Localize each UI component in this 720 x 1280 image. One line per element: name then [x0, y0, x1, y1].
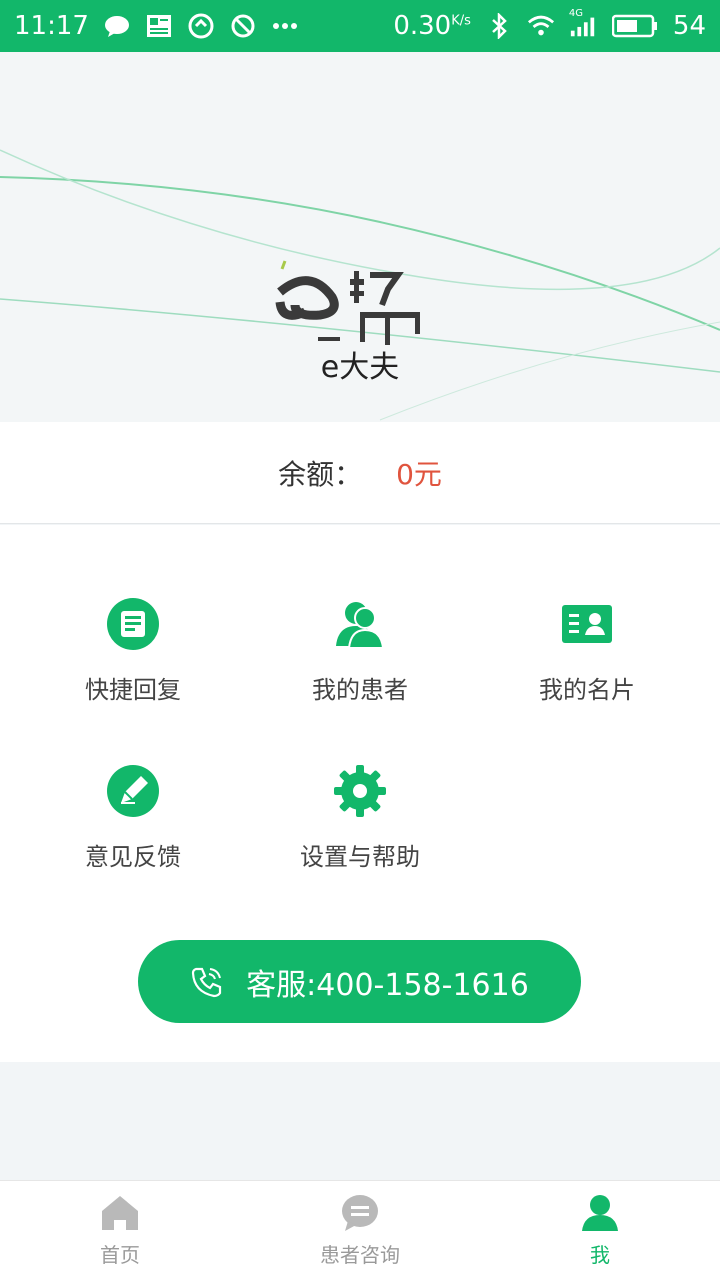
sync-icon — [187, 12, 215, 40]
network-speed: 0.30 — [393, 11, 452, 41]
menu-grid: 快捷回复 我的患者 我的名片 意见反馈 设置与帮助 客服:400-158-161… — [0, 525, 720, 1062]
patients-icon — [336, 602, 385, 649]
settings-icon — [334, 765, 386, 817]
feedback-button[interactable]: 意见反馈 — [13, 763, 253, 903]
business-card-icon — [562, 605, 612, 643]
nav-me[interactable]: 我 — [480, 1181, 720, 1280]
nav-home[interactable]: 首页 — [0, 1181, 240, 1280]
customer-service-button[interactable]: 客服:400-158-1616 — [138, 940, 581, 1023]
customer-service-label: 客服:400-158-1616 — [246, 967, 529, 1003]
phone-icon — [192, 967, 222, 997]
profile-icon — [582, 1195, 618, 1231]
settings-help-button[interactable]: 设置与帮助 — [240, 763, 480, 903]
status-time: 11:17 — [14, 11, 89, 41]
nav-consult-label: 患者咨询 — [320, 1243, 400, 1267]
settings-help-label: 设置与帮助 — [300, 843, 420, 871]
network-speed-unit: K/s — [451, 13, 471, 29]
message-icon — [103, 12, 131, 40]
nav-me-label: 我 — [590, 1243, 610, 1267]
quick-reply-label: 快捷回复 — [85, 676, 181, 704]
balance-label: 余额： — [278, 457, 363, 491]
profile-header: e大夫 — [0, 52, 720, 422]
battery-level: 54 — [672, 11, 706, 41]
my-card-label: 我的名片 — [539, 676, 635, 704]
nav-consult[interactable]: 患者咨询 — [240, 1181, 480, 1280]
balance-value: 0元 — [396, 457, 442, 491]
news-icon — [145, 12, 173, 40]
feedback-icon — [107, 765, 159, 817]
consult-icon — [342, 1195, 378, 1231]
battery-icon — [611, 12, 659, 40]
username: e大夫 — [320, 350, 400, 385]
bottom-navigation: 首页 患者咨询 我 — [0, 1180, 720, 1280]
feedback-label: 意见反馈 — [85, 843, 181, 871]
my-patients-button[interactable]: 我的患者 — [240, 596, 480, 736]
home-icon — [102, 1196, 138, 1230]
network-type: 4G — [568, 8, 584, 19]
signal-icon: 4G — [569, 8, 597, 40]
my-card-button[interactable]: 我的名片 — [467, 596, 707, 736]
status-bar: 11:17 0.30K/s 4G 54 — [0, 0, 720, 52]
my-patients-label: 我的患者 — [312, 676, 408, 704]
nav-home-label: 首页 — [100, 1243, 140, 1267]
wifi-icon — [527, 12, 555, 40]
block-icon — [229, 12, 257, 40]
quick-reply-button[interactable]: 快捷回复 — [13, 596, 253, 736]
quick-reply-icon — [107, 598, 159, 650]
bluetooth-icon — [485, 12, 513, 40]
balance-row[interactable]: 余额： 0元 — [0, 422, 720, 524]
more-icon — [271, 12, 299, 40]
